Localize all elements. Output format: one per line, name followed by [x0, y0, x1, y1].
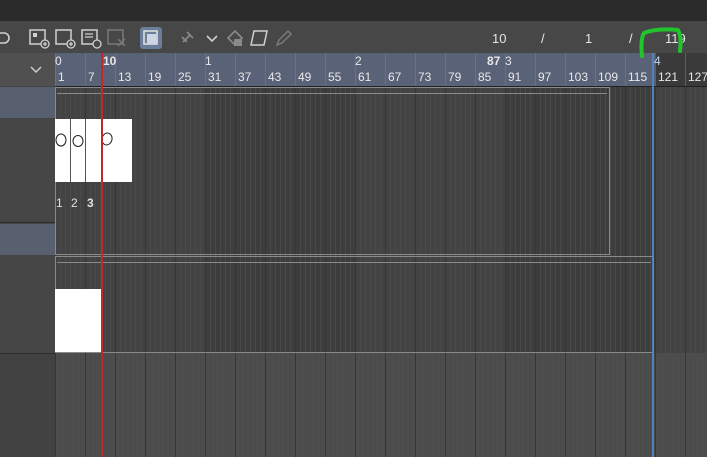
end-frame-line[interactable] [652, 53, 654, 457]
cel-number: 2 [71, 196, 78, 210]
frame-number-label: 13 [118, 70, 132, 84]
track-list-panel [0, 53, 56, 457]
frame-column-line [695, 87, 696, 457]
frame-number-label: 91 [508, 70, 522, 84]
cel-thumbnail-3[interactable] [85, 119, 132, 182]
timeline-grid[interactable]: 1 2 3 [55, 87, 707, 457]
frame-column-line [700, 87, 701, 457]
ruler-tick [625, 53, 626, 86]
ruler-tick [235, 53, 236, 86]
second-label: 2 [355, 54, 362, 68]
chevron-down-icon[interactable] [28, 62, 44, 76]
frame-separator: / [629, 31, 633, 46]
ruler-tick [265, 53, 266, 86]
track-selector-header[interactable] [0, 53, 55, 86]
frame-number-label: 73 [418, 70, 432, 84]
enable-onion-skin-icon[interactable] [140, 27, 162, 49]
paper-icon[interactable] [248, 27, 270, 49]
frame-number-label: 121 [658, 70, 679, 84]
track-row-folder[interactable] [0, 87, 55, 118]
frame-column-line [685, 87, 686, 457]
ruler-tick [175, 53, 176, 86]
frame-number-label: 109 [598, 70, 619, 84]
rotate-icon[interactable] [0, 27, 12, 49]
pen-disabled-icon [272, 27, 294, 49]
link-off-icon[interactable] [178, 27, 200, 49]
frame-number-label: 19 [148, 70, 162, 84]
timeline-toolbar: 10 / 1 / 119 [0, 21, 707, 54]
frame-number-label: 103 [568, 70, 589, 84]
frame-column-line [655, 87, 656, 457]
frame-ruler[interactable]: 0 10 1 2 87 3 4 1 7 13 19 25 31 37 43 49 55 61 67 73… [55, 53, 707, 87]
ruler-tick [445, 53, 446, 86]
track-row-paper[interactable] [0, 256, 55, 354]
frame-number-label: 7 [88, 70, 95, 84]
frame-column-line [660, 87, 661, 457]
specify-cel-disabled-icon [106, 27, 128, 49]
second-label: 1 [205, 54, 212, 68]
frame-number-label: 127 [688, 70, 707, 84]
ruler-tick [565, 53, 566, 86]
track-row-empty [0, 354, 55, 457]
ruler-tick [535, 53, 536, 86]
second-label: 3 [505, 54, 512, 68]
current-frame-marker: 10 [103, 54, 117, 68]
folder-header-bar [57, 256, 651, 263]
new-animation-folder-icon[interactable] [28, 27, 50, 49]
frame-number-label: 49 [298, 70, 312, 84]
window-top-strip [0, 0, 707, 21]
frame-number-label: 55 [328, 70, 342, 84]
ruler-tick [145, 53, 146, 86]
ruler-tick [385, 53, 386, 86]
ruler-tick [325, 53, 326, 86]
second-label: 0 [55, 54, 62, 68]
frame-number-label: 25 [178, 70, 192, 84]
ruler-tick [475, 53, 476, 86]
frame-column-line [705, 87, 706, 457]
new-animation-cel-icon[interactable] [54, 27, 76, 49]
annotation-mark [639, 27, 683, 58]
cel-number: 1 [56, 196, 63, 210]
ruler-tick [595, 53, 596, 86]
dropdown-chevron-icon[interactable] [201, 27, 218, 49]
frame-number-label: 85 [478, 70, 492, 84]
folder-header-bar [57, 87, 607, 94]
track-row-cels[interactable] [0, 119, 55, 223]
camera-key-icon[interactable] [224, 27, 246, 49]
cel-thumbnail-1[interactable] [55, 119, 70, 182]
frame-number-label: 79 [448, 70, 462, 84]
paper-folder-range [55, 256, 654, 353]
frame-separator: / [541, 31, 545, 46]
cel-thumbnail-2[interactable] [70, 119, 86, 182]
frame-87-marker: 87 [487, 54, 501, 68]
frame-column-line [670, 87, 671, 457]
frame-field-b[interactable]: 1 [585, 31, 592, 46]
frame-column-line [690, 87, 691, 457]
animation-folder-range [55, 87, 610, 255]
ruler-tick [85, 53, 86, 86]
frame-number-label: 115 [628, 70, 648, 84]
frame-number-label: 67 [388, 70, 402, 84]
track-row-folder-2[interactable] [0, 224, 55, 255]
playhead[interactable] [101, 53, 103, 457]
frame-number-label: 31 [208, 70, 222, 84]
frame-number-label: 37 [238, 70, 252, 84]
frame-column-line [675, 87, 676, 457]
frame-number-label: 61 [358, 70, 372, 84]
paper-thumbnail[interactable] [55, 289, 102, 352]
cel-number: 3 [87, 196, 94, 210]
frame-number-label: 97 [538, 70, 552, 84]
frame-number-label: 43 [268, 70, 282, 84]
frame-column-line [680, 87, 681, 457]
new-folder-cel-icon[interactable] [80, 27, 102, 49]
current-frame-field[interactable]: 10 [492, 31, 506, 46]
ruler-tick [295, 53, 296, 86]
frame-number-label: 1 [58, 70, 65, 84]
ruler-tick [415, 53, 416, 86]
frame-column-line [665, 87, 666, 457]
